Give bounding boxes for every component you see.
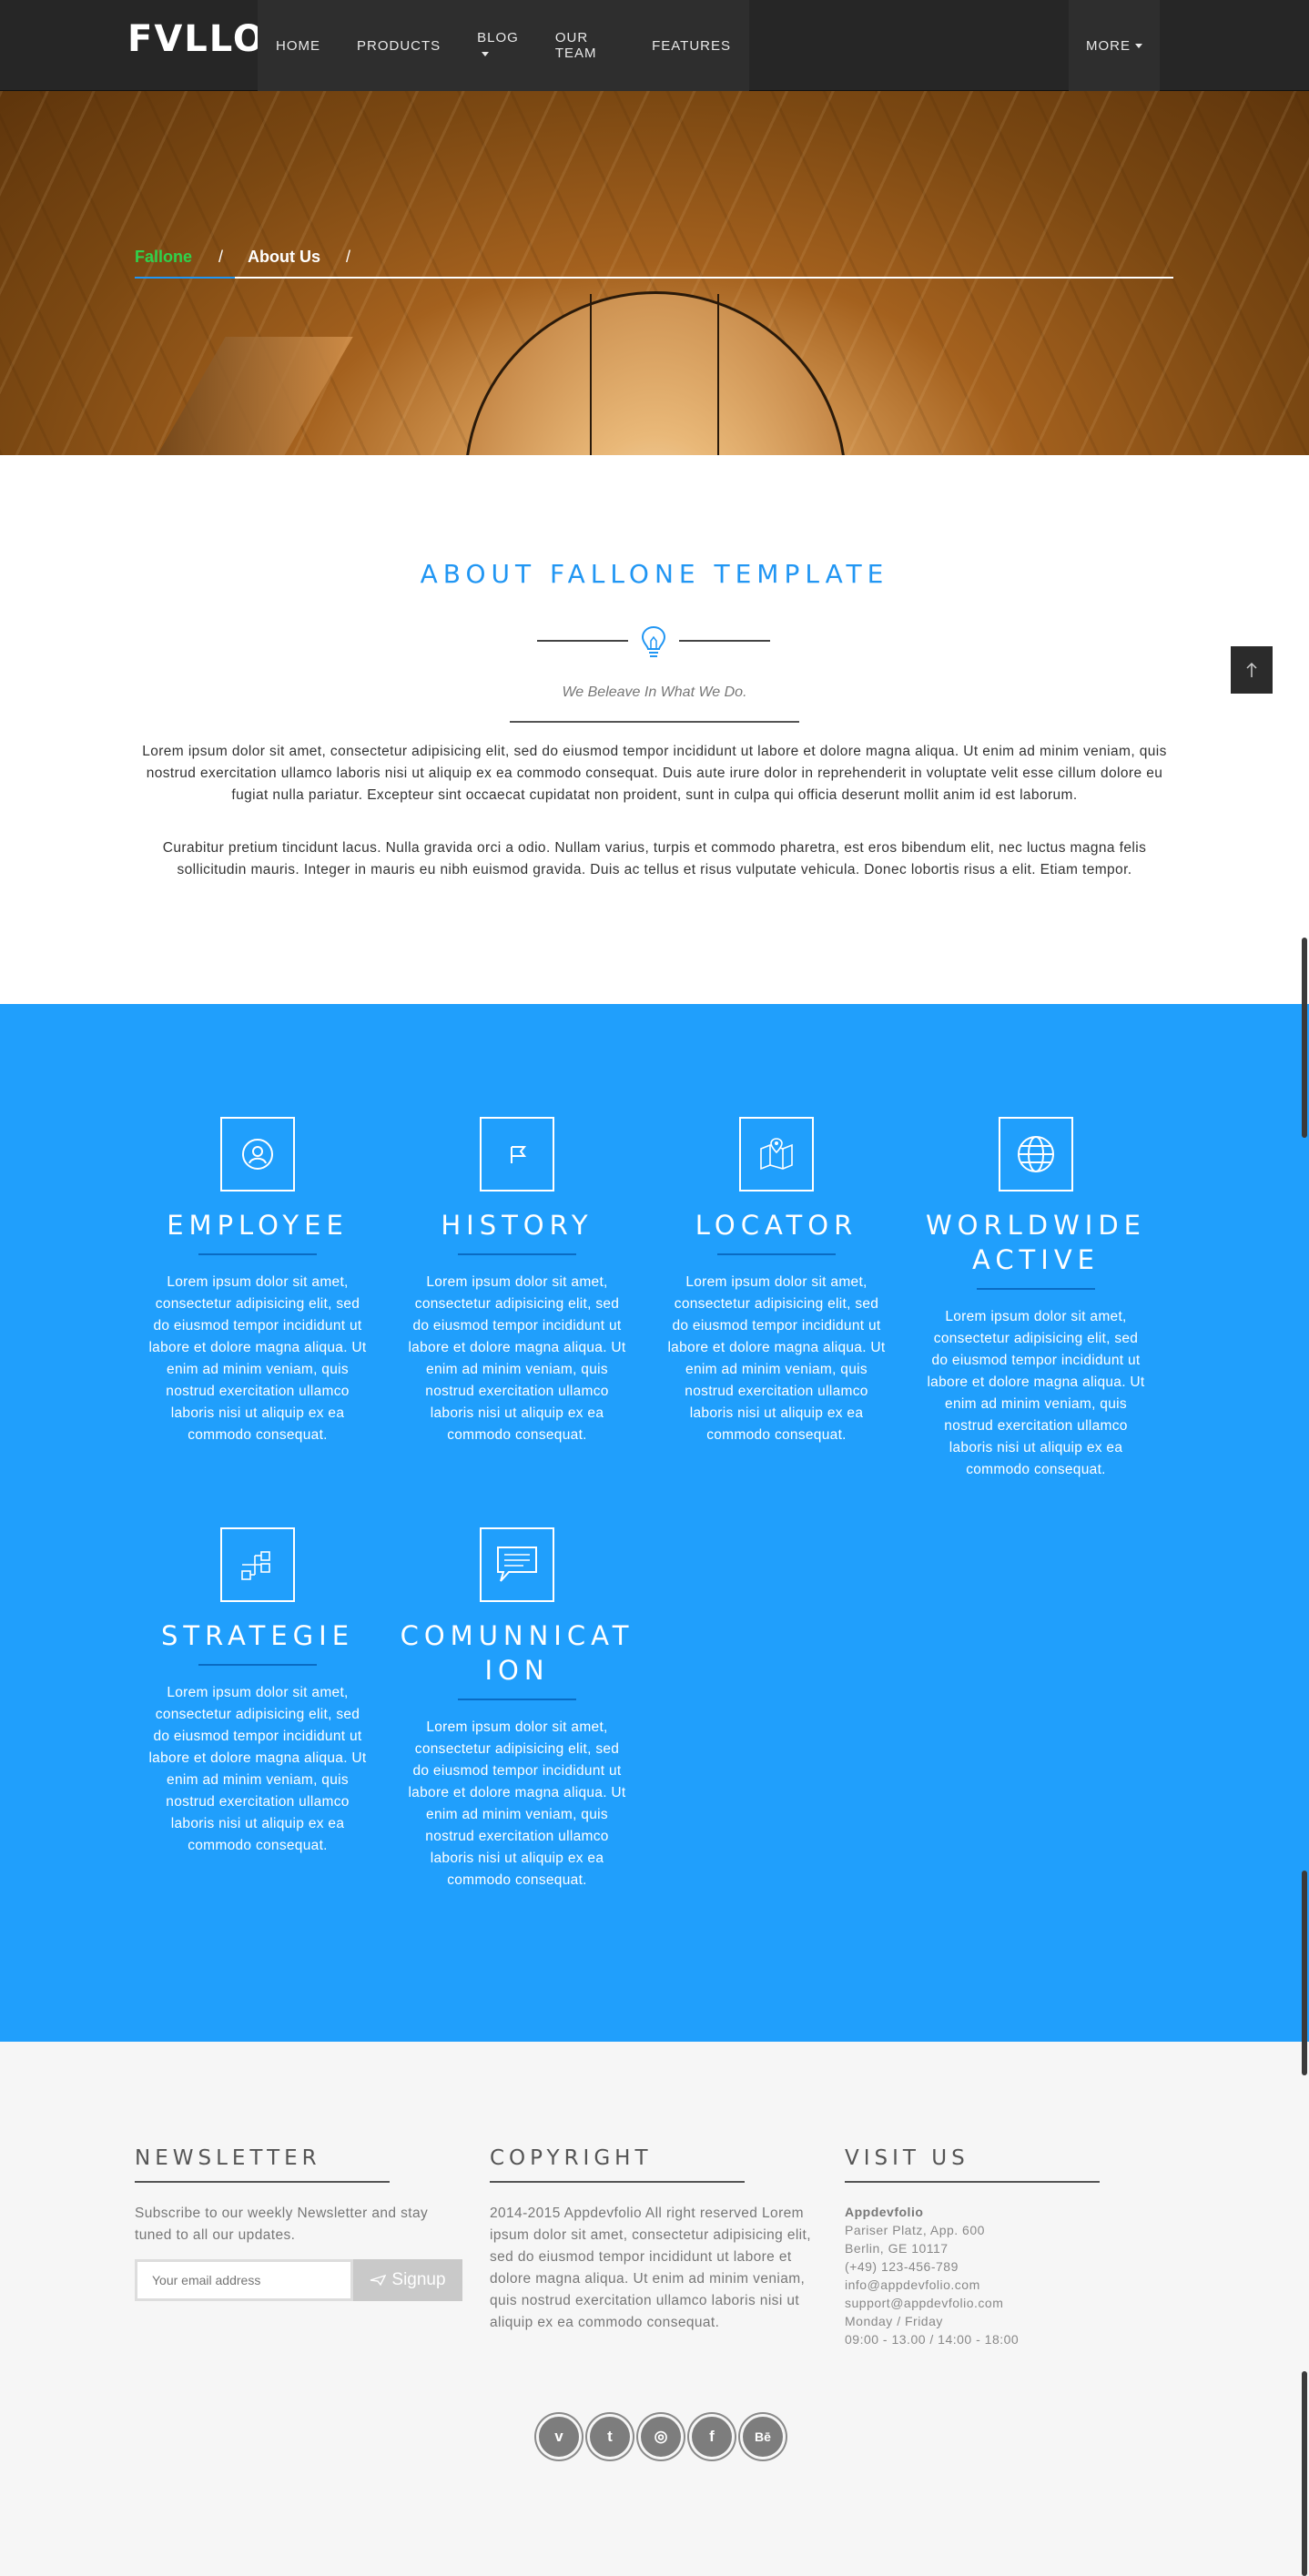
copyright-heading: COPYRIGHT: [490, 2146, 653, 2170]
feature-title: LOCATOR: [695, 1210, 858, 1241]
email-support-link[interactable]: support@appdevfolio.com: [845, 2294, 1172, 2312]
flag-icon: [480, 1117, 554, 1192]
feature-strategie: STRATEGIE Lorem ipsum dolor sit amet, co…: [138, 1527, 377, 1857]
breadcrumb: Fallone / About Us /: [135, 248, 1173, 279]
title-divider-right: [679, 640, 770, 642]
facebook-icon[interactable]: f: [692, 2417, 732, 2457]
hero-banner: Fallone / About Us /: [0, 91, 1309, 455]
map-pin-icon: [739, 1117, 814, 1192]
breadcrumb-current: About Us: [248, 248, 320, 266]
heading-underline: [490, 2181, 745, 2183]
footer: NEWSLETTER Subscribe to our weekly Newsl…: [0, 2042, 1309, 2576]
address-line: Pariser Platz, App. 600: [845, 2223, 985, 2237]
newsletter-text: Subscribe to our weekly Newsletter and s…: [135, 2206, 429, 2243]
user-circle-icon: [220, 1117, 295, 1192]
breadcrumb-separator: /: [346, 248, 351, 266]
features-section: EMPLOYEE Lorem ipsum dolor sit amet, con…: [0, 1004, 1309, 2042]
nav-item-our-team[interactable]: OUR TEAM: [555, 30, 615, 61]
feature-underline: [198, 1664, 317, 1666]
nav-item-features[interactable]: FEATURES: [652, 38, 731, 54]
feature-employee: EMPLOYEE Lorem ipsum dolor sit amet, con…: [138, 1117, 377, 1446]
newsletter-form: Signup: [135, 2259, 462, 2301]
heading-underline: [845, 2181, 1100, 2183]
company-name: Appdevfolio: [845, 2205, 924, 2219]
feature-title: WORLDWIDE ACTIVE: [925, 1210, 1147, 1275]
nav-item-blog-label: BLOG: [477, 30, 519, 46]
heading-underline: [135, 2181, 390, 2183]
opening-days: Monday / Friday: [845, 2314, 943, 2328]
twitter-icon[interactable]: t: [590, 2417, 630, 2457]
feature-underline: [458, 1253, 576, 1255]
visit-us-heading: VISIT US: [845, 2146, 969, 2170]
send-icon: [370, 2275, 387, 2286]
scrollbar-thumb[interactable]: [1302, 1871, 1307, 2075]
globe-icon: [999, 1117, 1073, 1192]
feature-text: Lorem ipsum dolor sit amet, consectetur …: [148, 1274, 367, 1443]
feature-underline: [717, 1253, 836, 1255]
feature-title: STRATEGIE: [160, 1620, 355, 1651]
scroll-to-top-button[interactable]: [1231, 646, 1273, 694]
title-divider-left: [537, 640, 628, 642]
feature-title: EMPLOYEE: [167, 1210, 349, 1241]
feature-underline: [198, 1253, 317, 1255]
chevron-down-icon: [482, 51, 490, 56]
breadcrumb-active-underline: [135, 277, 235, 279]
flowchart-icon: [220, 1527, 295, 1602]
phone-number[interactable]: (+49) 123-456-789: [845, 2257, 1172, 2276]
signup-button-label: Signup: [391, 2270, 446, 2289]
opening-hours: 09:00 - 13.00 / 14:00 - 18:00: [845, 2332, 1020, 2347]
copyright-text: 2014-2015 Appdevfolio All right reserved…: [490, 2206, 811, 2330]
about-paragraph: Lorem ipsum dolor sit amet, consectetur …: [142, 744, 1167, 803]
nav-item-products[interactable]: PRODUCTS: [357, 38, 441, 54]
nav-item-blog[interactable]: BLOG: [477, 30, 519, 61]
social-links: v t ◎ f Bē: [539, 2417, 783, 2457]
newsletter-column: NEWSLETTER Subscribe to our weekly Newsl…: [135, 2146, 462, 2301]
nav-item-more[interactable]: MORE: [1069, 0, 1160, 91]
feature-text: Lorem ipsum dolor sit amet, consectetur …: [148, 1685, 367, 1853]
about-subtitle: We Beleave In What We Do.: [562, 685, 747, 700]
feature-underline: [458, 1699, 576, 1700]
feature-comunnication: COMUNNICATION Lorem ipsum dolor sit amet…: [398, 1527, 636, 1891]
vimeo-icon[interactable]: v: [539, 2417, 579, 2457]
feature-history: HISTORY Lorem ipsum dolor sit amet, cons…: [398, 1117, 636, 1446]
feature-text: Lorem ipsum dolor sit amet, consectetur …: [408, 1719, 626, 1888]
breadcrumb-separator: /: [218, 248, 224, 266]
lightbulb-icon: [641, 625, 666, 657]
newsletter-heading: NEWSLETTER: [135, 2146, 321, 2170]
feature-text: Lorem ipsum dolor sit amet, consectetur …: [927, 1309, 1145, 1477]
copyright-column: COPYRIGHT 2014-2015 Appdevfolio All righ…: [490, 2146, 817, 2334]
address-line: Berlin, GE 10117: [845, 2241, 949, 2256]
feature-worldwide-active: WORLDWIDE ACTIVE Lorem ipsum dolor sit a…: [917, 1117, 1155, 1481]
behance-icon[interactable]: Bē: [743, 2417, 783, 2457]
feature-underline: [977, 1288, 1095, 1290]
feature-text: Lorem ipsum dolor sit amet, consectetur …: [667, 1274, 886, 1443]
top-navbar: FVLLONE HOME PRODUCTS BLOG OUR TEAM FEAT…: [0, 0, 1309, 91]
nav-item-home[interactable]: HOME: [276, 38, 320, 54]
newsletter-email-input[interactable]: [135, 2259, 353, 2301]
nav-more-label: MORE: [1086, 37, 1131, 54]
chevron-down-icon: [1135, 43, 1142, 48]
email-info-link[interactable]: info@appdevfolio.com: [845, 2276, 1172, 2294]
subtitle-divider: [510, 721, 799, 723]
scrollbar-thumb[interactable]: [1302, 938, 1307, 1138]
scrollbar-thumb[interactable]: [1302, 2371, 1307, 2576]
feature-text: Lorem ipsum dolor sit amet, consectetur …: [408, 1274, 626, 1443]
about-title: ABOUT FALLONE TEMPLATE: [420, 559, 889, 589]
about-paragraph: Curabitur pretium tincidunt lacus. Nulla…: [162, 840, 1147, 877]
arrow-up-icon: [1246, 662, 1257, 677]
chat-icon: [480, 1527, 554, 1602]
feature-title: HISTORY: [441, 1210, 594, 1241]
visit-us-column: VISIT US Appdevfolio Pariser Platz, App.…: [845, 2146, 1172, 2348]
breadcrumb-home-link[interactable]: Fallone: [135, 248, 192, 267]
signup-button[interactable]: Signup: [353, 2259, 462, 2301]
feature-locator: LOCATOR Lorem ipsum dolor sit amet, cons…: [657, 1117, 896, 1446]
instagram-icon[interactable]: ◎: [641, 2417, 681, 2457]
main-menu: HOME PRODUCTS BLOG OUR TEAM FEATURES: [258, 0, 749, 91]
feature-title: COMUNNICATION: [400, 1620, 634, 1686]
